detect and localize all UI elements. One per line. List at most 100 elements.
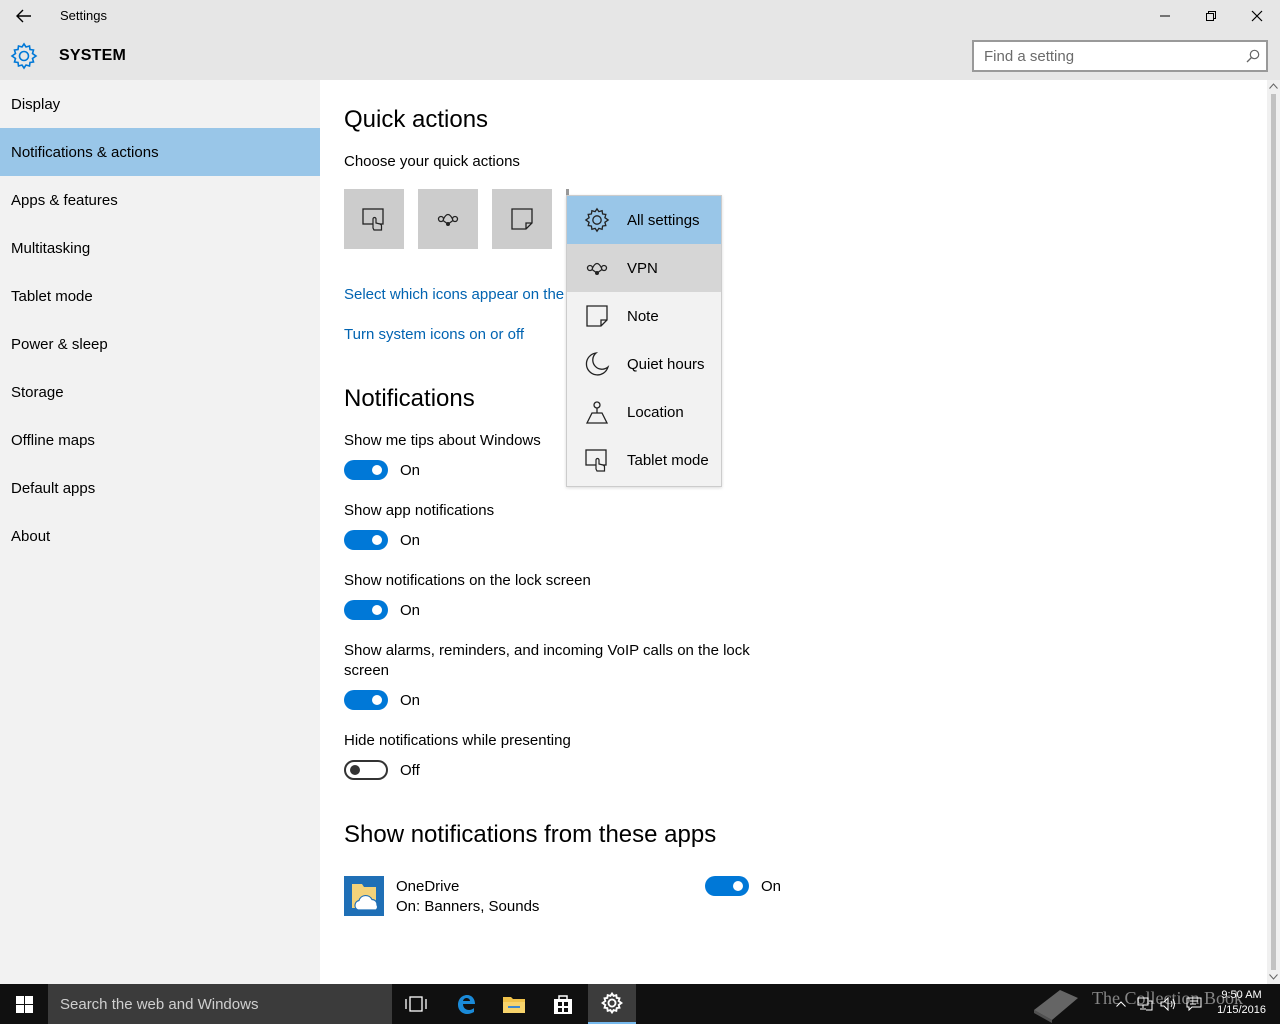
minimize-icon <box>1160 15 1170 17</box>
sidebar-item-multitasking[interactable]: Multitasking <box>0 224 320 272</box>
taskbar-search-box[interactable]: Search the web and Windows <box>48 984 392 1024</box>
scrollbar-thumb[interactable] <box>1271 94 1276 970</box>
vpn-icon <box>586 262 608 275</box>
setting-label: Show me tips about Windows <box>344 432 541 449</box>
dropdown-item-vpn[interactable]: VPN <box>567 244 721 292</box>
quick-actions-heading: Quick actions <box>344 106 489 133</box>
setting-label: Show app notifications <box>344 502 495 519</box>
dropdown-item-label: Note <box>627 307 659 325</box>
sidebar-item-label: Offline maps <box>11 431 95 449</box>
alarms-toggle-row: On <box>344 690 420 710</box>
windows-logo-icon <box>15 995 33 1013</box>
system-icons-link[interactable]: Turn system icons on or off <box>344 326 524 343</box>
sidebar-item-label: Default apps <box>11 479 96 497</box>
sidebar: Display Notifications & actions Apps & f… <box>0 80 320 984</box>
volume-button[interactable] <box>1158 984 1180 1024</box>
dropdown-item-label: VPN <box>627 259 658 277</box>
clock-time: 9:50 AM <box>1221 989 1262 1001</box>
quick-actions-subheading: Choose your quick actions <box>344 153 520 170</box>
scroll-down-icon[interactable] <box>1269 974 1278 980</box>
show-hidden-icons-button[interactable] <box>1110 984 1132 1024</box>
search-icon[interactable] <box>1246 49 1260 63</box>
sidebar-item-label: Power & sleep <box>11 335 108 353</box>
select-icons-link[interactable]: Select which icons appear on the <box>344 286 564 303</box>
vpn-icon <box>437 213 459 226</box>
edge-button[interactable] <box>442 984 490 1024</box>
presenting-toggle-row: Off <box>344 760 420 780</box>
sidebar-item-default-apps[interactable]: Default apps <box>0 464 320 512</box>
setting-label: Show notifications on the lock screen <box>344 572 591 589</box>
gear-icon <box>584 207 610 233</box>
scrollbar[interactable] <box>1267 80 1280 984</box>
note-icon <box>511 208 533 230</box>
dropdown-item-location[interactable]: Location <box>567 388 721 436</box>
sidebar-item-label: Notifications & actions <box>11 143 159 161</box>
setting-label: Show alarms, reminders, and incoming VoI… <box>344 642 750 659</box>
chevron-up-icon <box>1116 1001 1126 1007</box>
action-center-button[interactable] <box>1182 984 1206 1024</box>
store-button[interactable] <box>539 984 587 1024</box>
toggle-state: On <box>400 691 421 709</box>
onedrive-icon <box>352 884 379 911</box>
setting-label-continued: screen <box>344 662 390 679</box>
presenting-toggle[interactable] <box>344 760 388 780</box>
gear-icon <box>601 992 623 1014</box>
sidebar-item-display[interactable]: Display <box>0 80 320 128</box>
scroll-up-icon[interactable] <box>1269 83 1278 89</box>
apps-heading: Show notifications from these apps <box>344 821 717 848</box>
file-explorer-button[interactable] <box>490 984 538 1024</box>
onedrive-toggle[interactable] <box>705 876 749 896</box>
sidebar-item-about[interactable]: About <box>0 512 320 560</box>
setting-label: Hide notifications while presenting <box>344 732 571 749</box>
settings-taskbar-button[interactable] <box>588 984 636 1024</box>
sidebar-item-notifications-actions[interactable]: Notifications & actions <box>0 128 320 176</box>
main-content: Quick actions Choose your quick actions … <box>320 80 1267 984</box>
app-name: OneDrive <box>396 878 460 895</box>
tablet-mode-icon <box>585 449 607 472</box>
quick-action-tile-note[interactable] <box>492 189 552 249</box>
location-icon <box>585 401 609 424</box>
sidebar-item-label: Storage <box>11 383 64 401</box>
restore-icon <box>1206 11 1216 21</box>
minimize-button[interactable] <box>1142 0 1188 32</box>
back-button[interactable] <box>0 0 48 32</box>
system-clock[interactable]: 9:50 AM 1/15/2016 <box>1217 988 1266 1018</box>
speaker-icon <box>1160 997 1175 1011</box>
task-view-button[interactable] <box>392 984 440 1024</box>
back-arrow-icon <box>16 9 31 23</box>
restore-button[interactable] <box>1188 0 1234 32</box>
tablet-mode-icon <box>362 208 384 231</box>
section-title: SYSTEM <box>59 47 126 64</box>
book-watermark-icon <box>1034 990 1078 1023</box>
quick-action-dropdown: All settings VPN Note Quiet hours Locati… <box>566 195 722 487</box>
taskbar: Search the web and Windows The Collectio… <box>0 984 1280 1024</box>
search-box[interactable] <box>972 40 1268 72</box>
dropdown-item-tablet-mode[interactable]: Tablet mode <box>567 436 721 484</box>
note-icon <box>586 305 608 327</box>
sidebar-item-tablet-mode[interactable]: Tablet mode <box>0 272 320 320</box>
sidebar-item-offline-maps[interactable]: Offline maps <box>0 416 320 464</box>
close-button[interactable] <box>1234 0 1280 32</box>
quick-action-tile-tablet-mode[interactable] <box>344 189 404 249</box>
quick-action-tile-vpn[interactable] <box>418 189 478 249</box>
start-button[interactable] <box>0 984 48 1024</box>
toggle-state: On <box>400 601 421 619</box>
close-icon <box>1251 10 1263 22</box>
window-title: Settings <box>60 8 107 23</box>
network-button[interactable] <box>1134 984 1156 1024</box>
tips-toggle[interactable] <box>344 460 388 480</box>
app-notifications-toggle[interactable] <box>344 530 388 550</box>
sidebar-item-apps-features[interactable]: Apps & features <box>0 176 320 224</box>
dropdown-item-label: Quiet hours <box>627 355 705 373</box>
moon-icon <box>585 352 610 376</box>
search-input[interactable] <box>974 42 1224 70</box>
dropdown-item-all-settings[interactable]: All settings <box>567 196 721 244</box>
sidebar-item-storage[interactable]: Storage <box>0 368 320 416</box>
dropdown-item-quiet-hours[interactable]: Quiet hours <box>567 340 721 388</box>
lock-screen-toggle-row: On <box>344 600 420 620</box>
sidebar-item-power-sleep[interactable]: Power & sleep <box>0 320 320 368</box>
sidebar-item-label: Display <box>11 95 61 113</box>
dropdown-item-note[interactable]: Note <box>567 292 721 340</box>
alarms-toggle[interactable] <box>344 690 388 710</box>
lock-screen-toggle[interactable] <box>344 600 388 620</box>
